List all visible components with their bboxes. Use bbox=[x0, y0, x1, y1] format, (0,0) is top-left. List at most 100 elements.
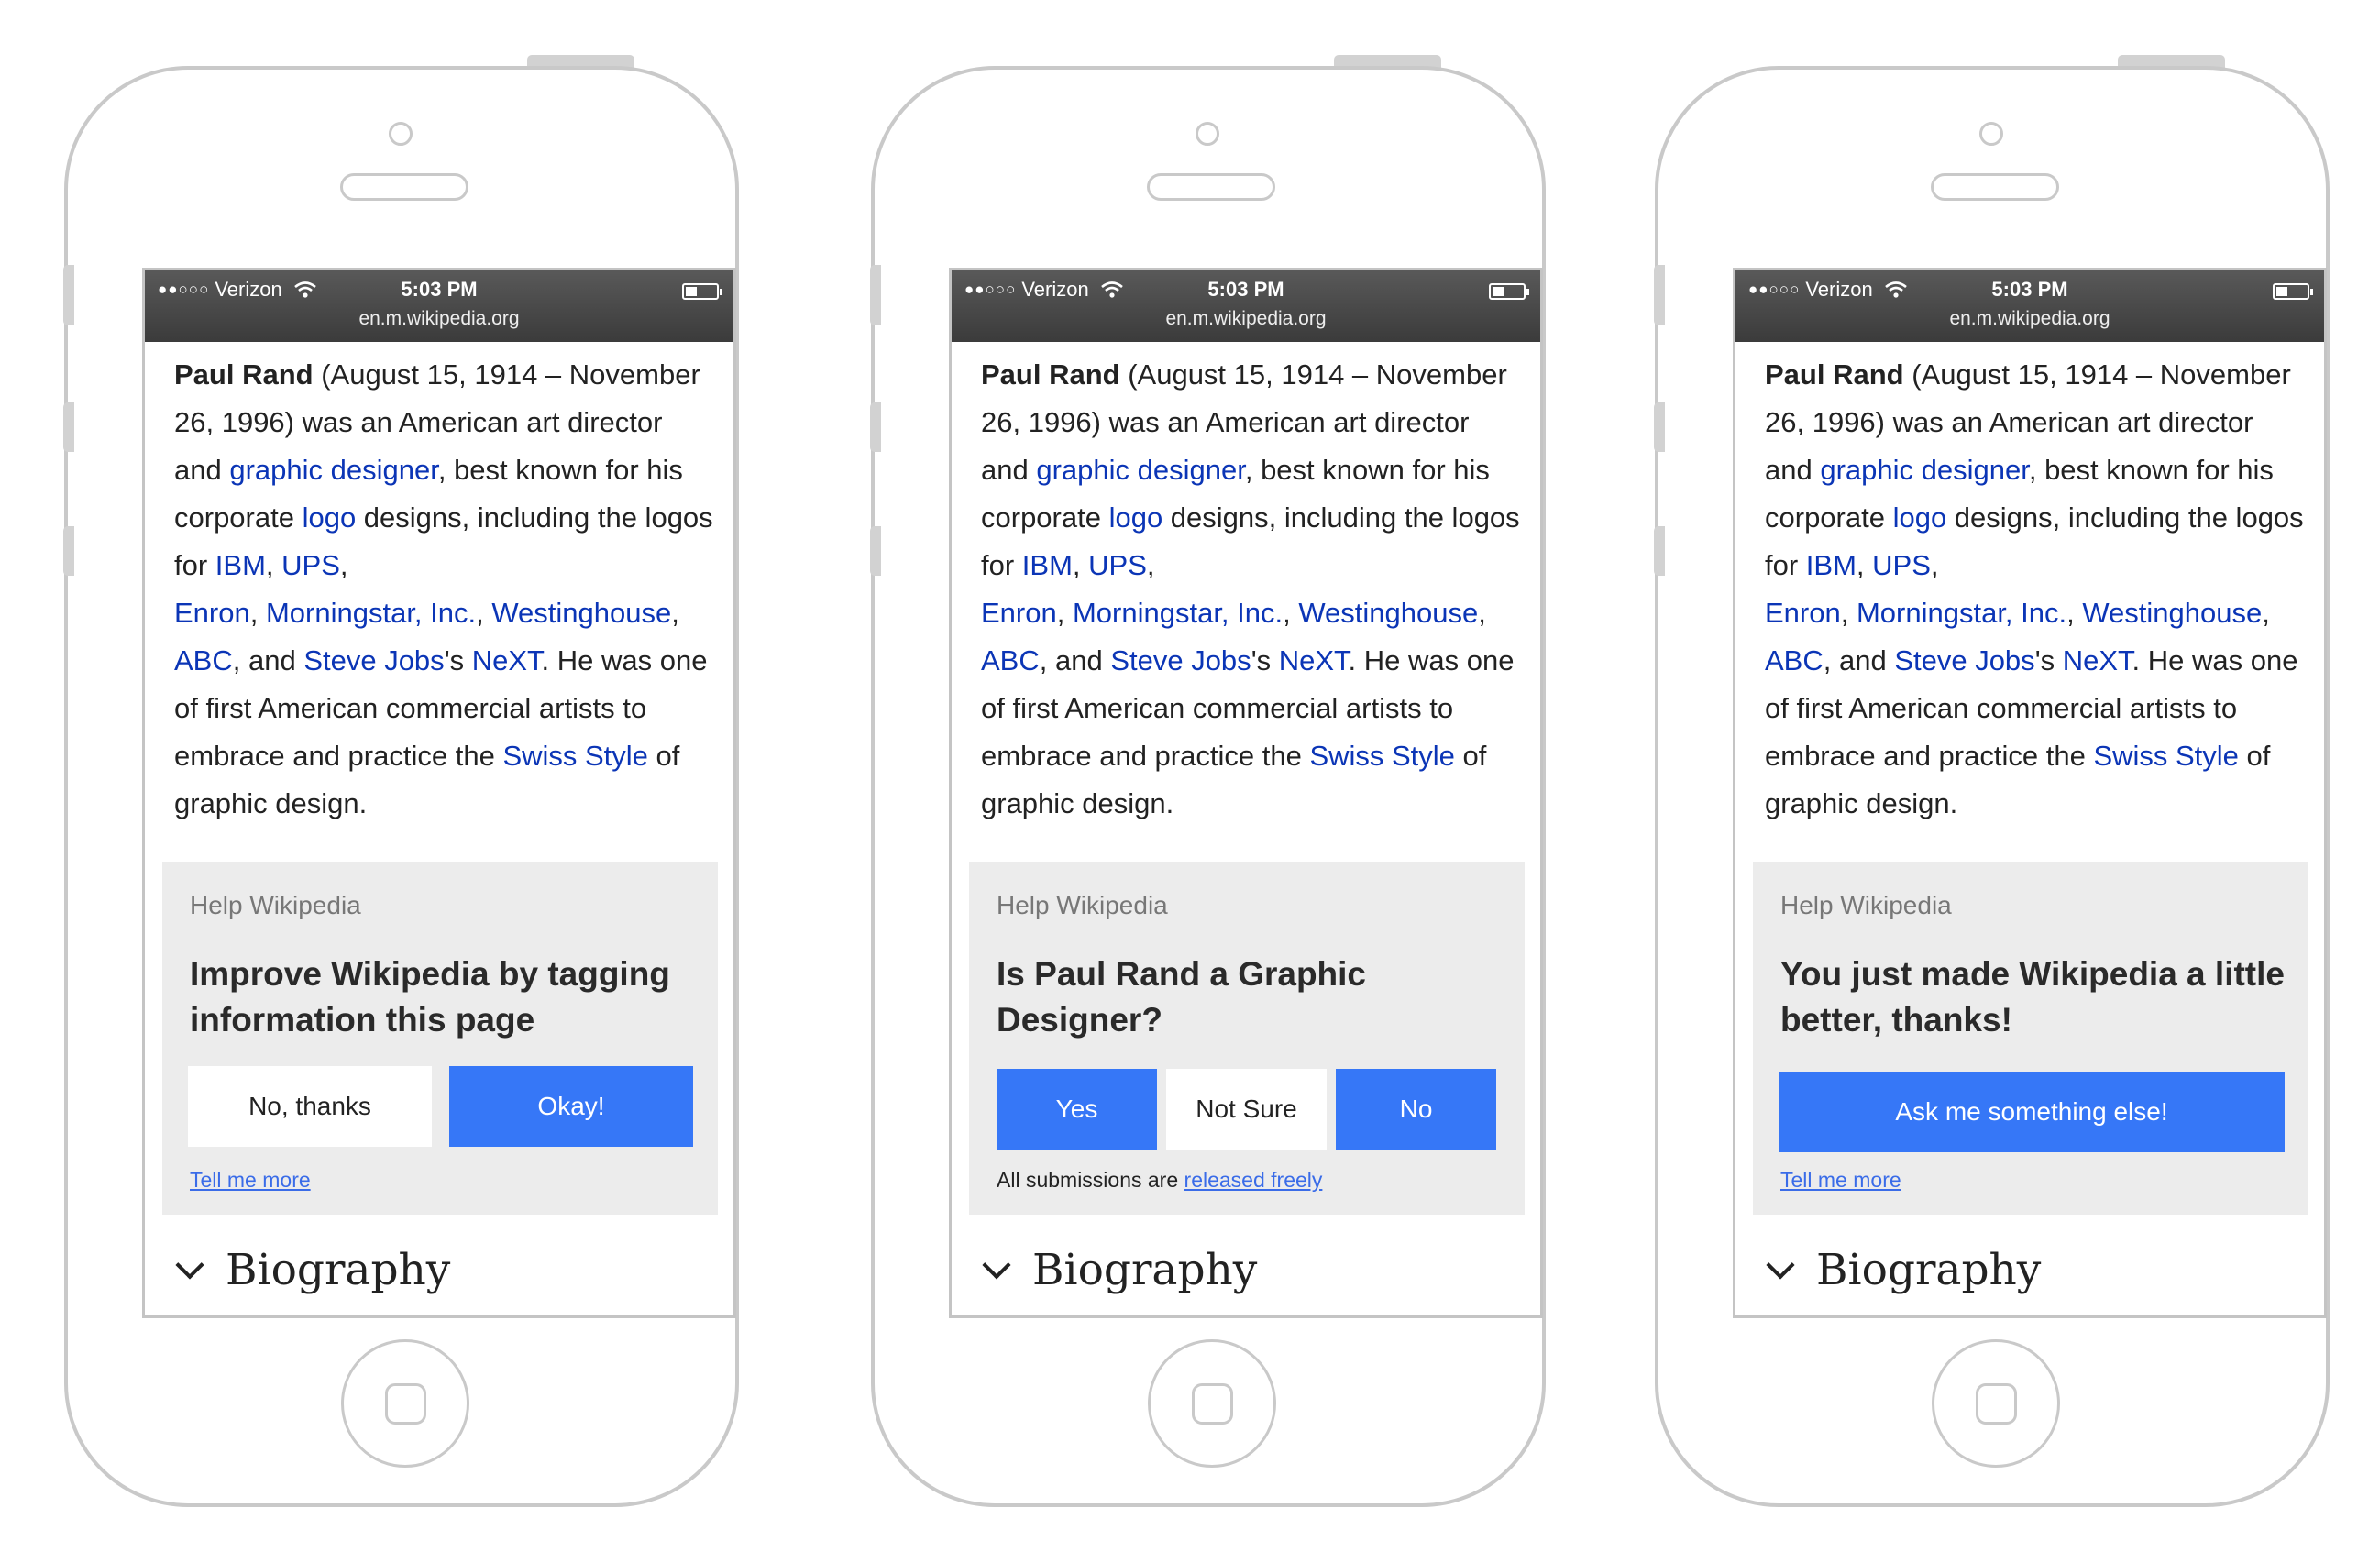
address-bar[interactable]: en.m.wikipedia.org bbox=[952, 308, 1540, 330]
article-text: , and bbox=[1039, 644, 1111, 676]
link-steve-jobs[interactable]: Steve Jobs bbox=[303, 644, 444, 676]
clock: 5:03 PM bbox=[401, 278, 478, 301]
home-button[interactable] bbox=[341, 1339, 469, 1468]
link-morningstar[interactable]: Morningstar, Inc. bbox=[1857, 597, 2066, 629]
link-westinghouse[interactable]: Westinghouse bbox=[2082, 597, 2262, 629]
link-ibm[interactable]: IBM bbox=[1022, 549, 1073, 581]
article-text: , bbox=[1478, 597, 1486, 629]
section-biography[interactable]: Biography bbox=[1765, 1245, 2041, 1295]
section-title: Biography bbox=[1032, 1245, 1258, 1295]
card-label: Help Wikipedia bbox=[190, 891, 361, 919]
article-text: , bbox=[1283, 597, 1299, 629]
link-next[interactable]: NeXT bbox=[472, 644, 542, 676]
section-biography[interactable]: Biography bbox=[981, 1245, 1257, 1295]
link-morningstar[interactable]: Morningstar, Inc. bbox=[1073, 597, 1283, 629]
article-text: 's bbox=[1251, 644, 1279, 676]
link-abc[interactable]: ABC bbox=[174, 644, 233, 676]
link-ibm[interactable]: IBM bbox=[1806, 549, 1857, 581]
battery-icon bbox=[2273, 283, 2313, 300]
link-graphic-designer[interactable]: graphic designer bbox=[229, 454, 438, 486]
link-graphic-designer[interactable]: graphic designer bbox=[1820, 454, 2029, 486]
address-bar[interactable]: en.m.wikipedia.org bbox=[145, 308, 733, 330]
link-logo[interactable]: logo bbox=[1893, 501, 1947, 534]
front-camera bbox=[1979, 122, 2003, 146]
link-enron[interactable]: Enron bbox=[981, 597, 1057, 629]
address-bar[interactable]: en.m.wikipedia.org bbox=[1735, 308, 2324, 330]
article-intro: Paul Rand (August 15, 1914 – November 26… bbox=[1765, 351, 2306, 828]
earpiece-speaker bbox=[1147, 173, 1275, 201]
chevron-down-icon bbox=[1766, 1249, 1795, 1280]
home-square-icon bbox=[385, 1383, 426, 1424]
home-button[interactable] bbox=[1932, 1339, 2060, 1468]
link-abc[interactable]: ABC bbox=[981, 644, 1040, 676]
tell-me-more-link[interactable]: Tell me more bbox=[190, 1168, 311, 1193]
not-sure-button[interactable]: Not Sure bbox=[1166, 1069, 1327, 1150]
link-logo[interactable]: logo bbox=[303, 501, 357, 534]
phone-2: ●●○○○ Verizon 5:03 PM en.m.wikipedia.org… bbox=[857, 0, 1609, 1562]
okay-button[interactable]: Okay! bbox=[449, 1066, 693, 1147]
battery-icon bbox=[682, 283, 722, 300]
battery-icon bbox=[1489, 283, 1529, 300]
article-text: , bbox=[1840, 597, 1857, 629]
article-text: , and bbox=[232, 644, 304, 676]
link-swiss-style[interactable]: Swiss Style bbox=[502, 740, 647, 772]
article-text: , bbox=[1056, 597, 1073, 629]
link-swiss-style[interactable]: Swiss Style bbox=[1309, 740, 1454, 772]
home-button[interactable] bbox=[1148, 1339, 1276, 1468]
yes-button[interactable]: Yes bbox=[997, 1069, 1157, 1150]
link-ups[interactable]: UPS bbox=[1088, 549, 1147, 581]
volume-up-button bbox=[63, 402, 74, 452]
article-intro: Paul Rand (August 15, 1914 – November 26… bbox=[174, 351, 715, 828]
link-ibm[interactable]: IBM bbox=[215, 549, 266, 581]
ask-something-else-button[interactable]: Ask me something else! bbox=[1779, 1072, 2285, 1152]
earpiece-speaker bbox=[340, 173, 468, 201]
card-title: Improve Wikipedia by tagging information… bbox=[190, 955, 670, 1039]
no-thanks-button[interactable]: No, thanks bbox=[188, 1066, 432, 1147]
article-text: , bbox=[339, 549, 348, 581]
article-text: , bbox=[265, 549, 282, 581]
article-text: , bbox=[2066, 597, 2083, 629]
section-biography[interactable]: Biography bbox=[174, 1245, 450, 1295]
link-graphic-designer[interactable]: graphic designer bbox=[1036, 454, 1245, 486]
home-square-icon bbox=[1192, 1383, 1233, 1424]
link-swiss-style[interactable]: Swiss Style bbox=[2093, 740, 2238, 772]
note-text: All submissions are bbox=[997, 1168, 1184, 1192]
link-enron[interactable]: Enron bbox=[1765, 597, 1841, 629]
volume-down-button bbox=[1654, 526, 1665, 576]
volume-down-button bbox=[63, 526, 74, 576]
link-next[interactable]: NeXT bbox=[2063, 644, 2132, 676]
link-westinghouse[interactable]: Westinghouse bbox=[491, 597, 671, 629]
status-bar: ●●○○○ Verizon 5:03 PM en.m.wikipedia.org bbox=[952, 270, 1540, 342]
link-logo[interactable]: logo bbox=[1109, 501, 1163, 534]
article-text: , bbox=[476, 597, 492, 629]
volume-up-button bbox=[1654, 402, 1665, 452]
link-steve-jobs[interactable]: Steve Jobs bbox=[1110, 644, 1251, 676]
link-abc[interactable]: ABC bbox=[1765, 644, 1824, 676]
phone-1: ●●○○○ Verizon 5:03 PM en.m.wikipedia.org… bbox=[50, 0, 802, 1562]
card-title: You just made Wikipedia a little better,… bbox=[1780, 955, 2285, 1039]
chevron-down-icon bbox=[982, 1249, 1011, 1280]
screen: ●●○○○ Verizon 5:03 PM en.m.wikipedia.org… bbox=[949, 268, 1543, 1318]
link-westinghouse[interactable]: Westinghouse bbox=[1298, 597, 1478, 629]
link-enron[interactable]: Enron bbox=[174, 597, 250, 629]
released-freely-link[interactable]: released freely bbox=[1184, 1168, 1323, 1192]
status-bar: ●●○○○ Verizon 5:03 PM en.m.wikipedia.org bbox=[1735, 270, 2324, 342]
earpiece-speaker bbox=[1931, 173, 2059, 201]
link-morningstar[interactable]: Morningstar, Inc. bbox=[266, 597, 476, 629]
link-ups[interactable]: UPS bbox=[1872, 549, 1931, 581]
article-text: , bbox=[1072, 549, 1089, 581]
tell-me-more-link[interactable]: Tell me more bbox=[1780, 1168, 1901, 1193]
card-label: Help Wikipedia bbox=[997, 891, 1168, 919]
no-button[interactable]: No bbox=[1336, 1069, 1496, 1150]
screen: ●●○○○ Verizon 5:03 PM en.m.wikipedia.org… bbox=[142, 268, 736, 1318]
chevron-down-icon bbox=[175, 1249, 204, 1280]
article-intro: Paul Rand (August 15, 1914 – November 26… bbox=[981, 351, 1522, 828]
link-steve-jobs[interactable]: Steve Jobs bbox=[1894, 644, 2034, 676]
front-camera bbox=[1196, 122, 1219, 146]
link-ups[interactable]: UPS bbox=[281, 549, 340, 581]
link-next[interactable]: NeXT bbox=[1279, 644, 1349, 676]
section-title: Biography bbox=[226, 1245, 451, 1295]
home-square-icon bbox=[1976, 1383, 2017, 1424]
article-text: , bbox=[671, 597, 679, 629]
article-text: , bbox=[249, 597, 266, 629]
